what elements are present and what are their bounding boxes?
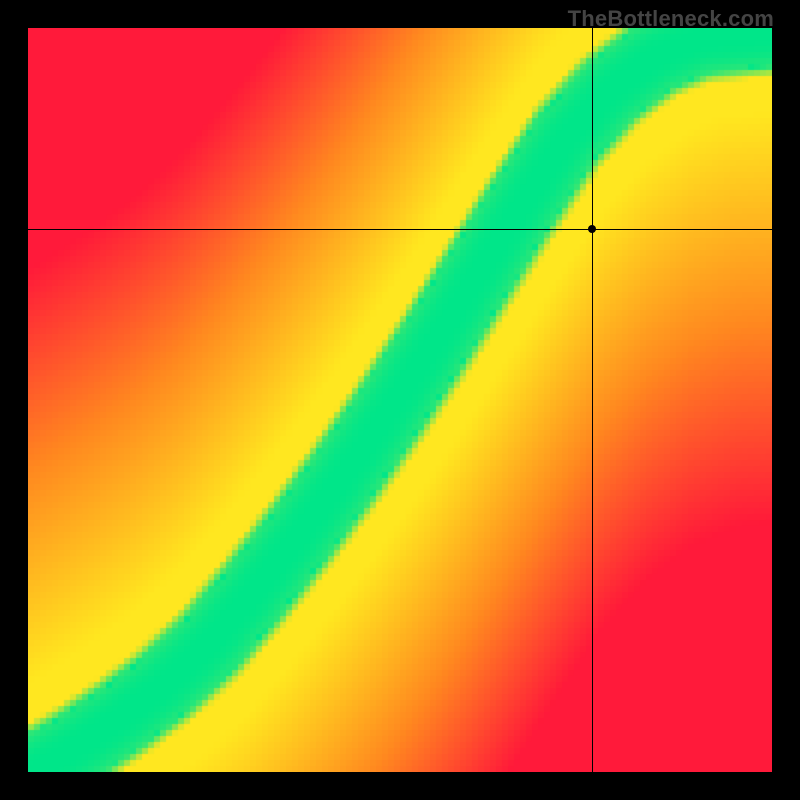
plot-area [28,28,772,772]
crosshair-horizontal [28,229,772,230]
chart-container: TheBottleneck.com [0,0,800,800]
data-point-marker [588,225,596,233]
heatmap-canvas [28,28,772,772]
crosshair-vertical [592,28,593,772]
watermark-text: TheBottleneck.com [568,6,774,32]
